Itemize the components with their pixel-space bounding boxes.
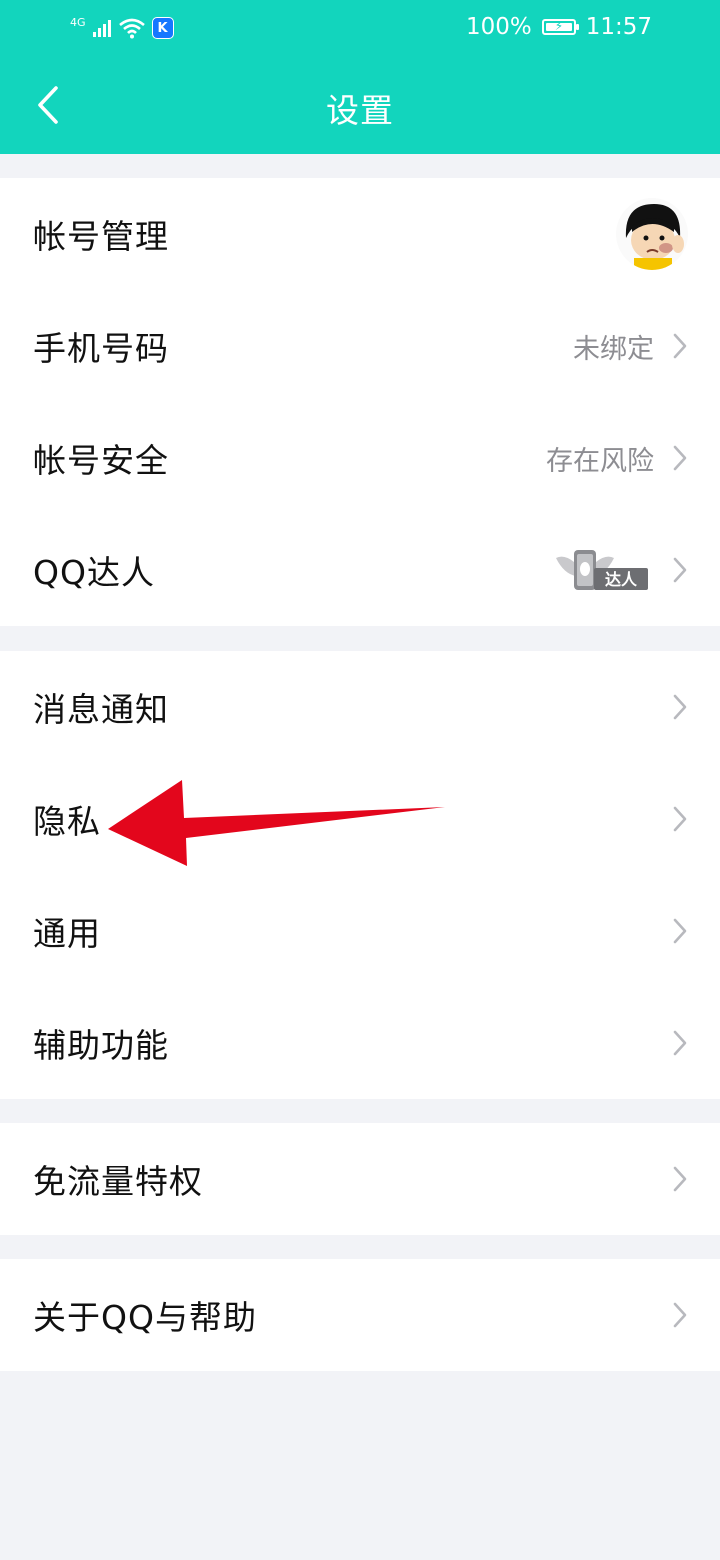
settings-item-privacy[interactable]: 隐私 — [0, 763, 720, 875]
settings-item-account-security[interactable]: 帐号安全 存在风险 — [0, 402, 720, 514]
chevron-right-icon — [673, 1302, 687, 1328]
settings-item-label: 消息通知 — [33, 690, 169, 729]
qq-master-badge-text: 达人 — [605, 570, 638, 589]
chevron-right-icon — [673, 333, 687, 359]
settings-item-label: 手机号码 — [33, 329, 169, 368]
network-type-label: 4G — [70, 15, 86, 29]
status-bar-right: 100% ⚡ 11:57 — [466, 12, 652, 42]
settings-item-free-data-privilege[interactable]: 免流量特权 — [0, 1123, 720, 1235]
clock: 11:57 — [585, 14, 652, 40]
chevron-right-icon — [673, 445, 687, 471]
settings-item-value: 存在风险 — [546, 445, 654, 477]
status-bar-left: 4G K — [70, 14, 174, 42]
chevron-right-icon — [673, 1166, 687, 1192]
user-avatar[interactable] — [616, 198, 688, 270]
settings-item-account-management[interactable]: 帐号管理 — [0, 178, 720, 290]
settings-item-label: 免流量特权 — [33, 1162, 203, 1201]
settings-item-phone-number[interactable]: 手机号码 未绑定 — [0, 290, 720, 402]
page-title: 设置 — [326, 91, 394, 130]
chevron-right-icon — [673, 806, 687, 832]
settings-group-data-free: 免流量特权 — [0, 1123, 720, 1235]
settings-group-about: 关于QQ与帮助 — [0, 1259, 720, 1371]
settings-item-label: 帐号管理 — [33, 217, 169, 256]
settings-item-value: 未绑定 — [573, 333, 654, 365]
settings-item-qq-master[interactable]: QQ达人 达人 — [0, 514, 720, 626]
settings-item-label: 通用 — [33, 914, 101, 953]
chevron-right-icon — [673, 918, 687, 944]
settings-item-label: 关于QQ与帮助 — [33, 1298, 257, 1337]
settings-item-label: QQ达人 — [33, 553, 155, 592]
chevron-right-icon — [673, 694, 687, 720]
qq-master-badge-icon: 达人 — [556, 550, 648, 590]
settings-item-general[interactable]: 通用 — [0, 875, 720, 987]
chevron-right-icon — [673, 557, 687, 583]
battery-percent: 100% — [465, 14, 532, 40]
k-app-icon: K — [151, 17, 174, 39]
settings-group-account: 帐号管理 手机号码 未绑定 帐号安全 存在风险 QQ达人 达人 — [0, 178, 720, 626]
settings-item-label: 辅助功能 — [33, 1026, 169, 1065]
wifi-icon — [118, 18, 145, 39]
battery-icon: ⚡ — [541, 19, 579, 35]
settings-item-label: 帐号安全 — [33, 441, 169, 480]
settings-item-label: 隐私 — [33, 802, 101, 841]
settings-group-general: 消息通知 隐私 通用 辅助功能 — [0, 651, 720, 1099]
chevron-right-icon — [673, 1030, 687, 1056]
settings-item-notifications[interactable]: 消息通知 — [0, 651, 720, 763]
app-header: 4G K 100% ⚡ 11:57 设置 — [0, 0, 720, 154]
settings-item-about-help[interactable]: 关于QQ与帮助 — [0, 1259, 720, 1371]
avatar-image — [616, 198, 688, 270]
settings-item-accessibility[interactable]: 辅助功能 — [0, 987, 720, 1099]
signal-icon — [92, 20, 111, 37]
